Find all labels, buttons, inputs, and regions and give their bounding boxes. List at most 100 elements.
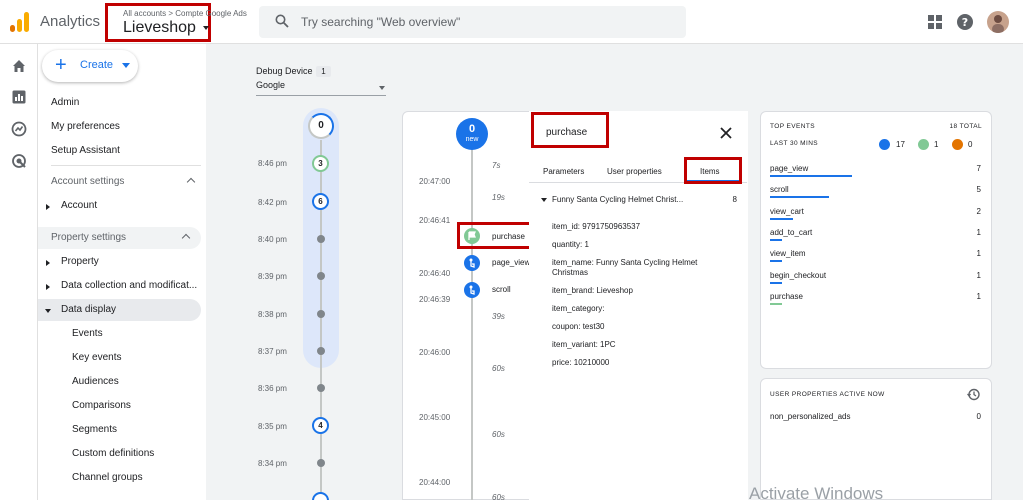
debug-device-select[interactable]: Google	[256, 80, 386, 96]
expand-arrow-icon	[46, 260, 50, 266]
top-event-bar	[770, 260, 782, 262]
history-icon[interactable]	[967, 388, 980, 401]
touch-icon[interactable]	[464, 282, 480, 298]
gap-label: 60s	[492, 430, 505, 439]
minute-dot[interactable]	[317, 272, 325, 280]
minute-time: 8:36 pm	[258, 384, 287, 393]
tab-user-properties[interactable]: User properties	[607, 167, 662, 176]
help-icon[interactable]: ?	[955, 12, 975, 32]
sidebar-item-custom-definitions[interactable]: Custom definitions	[38, 443, 206, 465]
stream-event-page-view[interactable]: page_view	[492, 258, 530, 267]
sidebar-item-my-preferences[interactable]: My preferences	[38, 116, 206, 138]
chevron-up-icon	[186, 177, 196, 187]
sidebar-item-admin[interactable]: Admin	[38, 92, 206, 114]
top-event-bar	[770, 218, 794, 220]
home-icon[interactable]	[11, 58, 27, 74]
advertising-icon[interactable]	[11, 153, 27, 169]
explore-icon[interactable]	[11, 121, 27, 137]
top-event-row[interactable]: view_cart 2	[770, 203, 981, 224]
close-icon[interactable]	[719, 126, 733, 140]
last-30-mins-label: LAST 30 MINS	[770, 140, 819, 147]
analytics-logo-icon[interactable]	[10, 12, 30, 32]
tab-parameters[interactable]: Parameters	[543, 167, 584, 176]
user-property-row[interactable]: non_personalized_ads 0	[770, 412, 981, 421]
user-properties-title: USER PROPERTIES ACTIVE NOW	[770, 391, 885, 398]
top-events-total: 18 TOTAL	[949, 123, 982, 130]
minute-dot[interactable]	[317, 459, 325, 467]
item-name: Funny Santa Cycling Helmet Christ...	[552, 195, 684, 204]
minute-dot[interactable]	[317, 347, 325, 355]
stream-event-scroll[interactable]: scroll	[492, 285, 511, 294]
apps-grid-icon[interactable]	[925, 12, 945, 32]
event-timestamp: 20:45:00	[419, 413, 451, 422]
minutes-top-count[interactable]: 0	[308, 113, 334, 139]
sidebar-item-events[interactable]: Events	[38, 323, 206, 345]
plus-icon: +	[55, 54, 67, 76]
reports-icon[interactable]	[11, 89, 27, 105]
item-param: item_name: Funny Santa Cycling Helmet Ch…	[552, 258, 698, 277]
sidebar-item-key-events[interactable]: Key events	[38, 347, 206, 369]
item-param: coupon: test30	[552, 322, 605, 331]
event-timestamp: 20:46:40	[419, 269, 451, 278]
touch-icon[interactable]	[464, 255, 480, 271]
minute-event-badge[interactable]: 6	[312, 193, 329, 210]
seconds-top-badge[interactable]: 0 new	[456, 118, 488, 150]
app-title: Analytics	[40, 13, 101, 30]
avatar[interactable]	[987, 11, 1009, 33]
top-event-count: 5	[976, 185, 981, 194]
top-event-row[interactable]: page_view 7	[770, 160, 981, 181]
minute-dot[interactable]	[317, 384, 325, 392]
expand-arrow-icon	[46, 204, 50, 210]
create-button[interactable]: + Create	[42, 50, 138, 82]
item-param: item_brand: Lieveshop	[552, 286, 633, 295]
caret-down-icon	[203, 25, 210, 30]
top-event-row[interactable]: view_item 1	[770, 245, 981, 266]
sidebar-item-property[interactable]: Property	[38, 251, 206, 273]
sidebar-item-comparisons[interactable]: Comparisons	[38, 395, 206, 417]
sidebar-item-data-collection[interactable]: Data collection and modificat...	[38, 275, 206, 297]
sidebar-item-data-display[interactable]: Data display	[38, 299, 201, 321]
minute-dot[interactable]	[317, 310, 325, 318]
admin-sidebar: + Create Admin My preferences Setup Assi…	[38, 44, 206, 500]
top-event-row[interactable]: add_to_cart 1	[770, 224, 981, 245]
top-event-bar	[770, 303, 782, 305]
sidebar-item-account[interactable]: Account	[38, 195, 206, 217]
event-title-highlight	[531, 112, 609, 148]
create-button-label: Create	[80, 59, 114, 71]
sidebar-section-account-settings[interactable]: Account settings	[38, 171, 206, 193]
svg-text:?: ?	[962, 16, 968, 29]
top-event-row[interactable]: scroll 5	[770, 181, 981, 202]
top-event-row[interactable]: purchase 1	[770, 288, 981, 309]
sidebar-item-audiences[interactable]: Audiences	[38, 371, 206, 393]
user-property-name: non_personalized_ads	[770, 412, 851, 421]
property-name-label: Lieveshop	[123, 19, 196, 36]
seconds-timeline	[471, 140, 473, 500]
collapse-arrow-icon	[45, 309, 51, 313]
gap-label: 60s	[492, 493, 505, 500]
sidebar-item-segments[interactable]: Segments	[38, 419, 206, 441]
seconds-top-count: 0	[468, 123, 476, 135]
search-bar[interactable]: Try searching "Web overview"	[259, 6, 686, 38]
top-event-count: 2	[976, 207, 981, 216]
minute-event-badge[interactable]	[312, 492, 329, 500]
minute-dot[interactable]	[317, 235, 325, 243]
top-event-bar	[770, 239, 782, 241]
item-param: item_category:	[552, 304, 605, 313]
top-header: Analytics All accounts > Compte Google A…	[0, 0, 1023, 44]
caret-down-icon	[379, 86, 385, 90]
minute-event-badge[interactable]: 4	[312, 417, 329, 434]
conversion-icon	[952, 139, 963, 150]
sidebar-section-property-settings[interactable]: Property settings	[38, 227, 201, 249]
top-event-count: 1	[976, 292, 981, 301]
account-picker[interactable]: All accounts > Compte Google Ads Lievesh…	[105, 3, 247, 42]
sidebar-item-label: Data display	[61, 304, 117, 315]
minute-event-badge[interactable]: 3	[312, 155, 329, 172]
sidebar-item-channel-groups[interactable]: Channel groups	[38, 467, 206, 489]
minute-time: 8:42 pm	[258, 198, 287, 207]
top-event-row[interactable]: begin_checkout 1	[770, 267, 981, 288]
top-event-bar	[770, 175, 852, 177]
sidebar-item-setup-assistant[interactable]: Setup Assistant	[38, 140, 206, 162]
item-param: price: 10210000	[552, 358, 610, 367]
event-timestamp: 20:46:41	[419, 216, 451, 225]
gap-label: 19s	[492, 193, 505, 202]
